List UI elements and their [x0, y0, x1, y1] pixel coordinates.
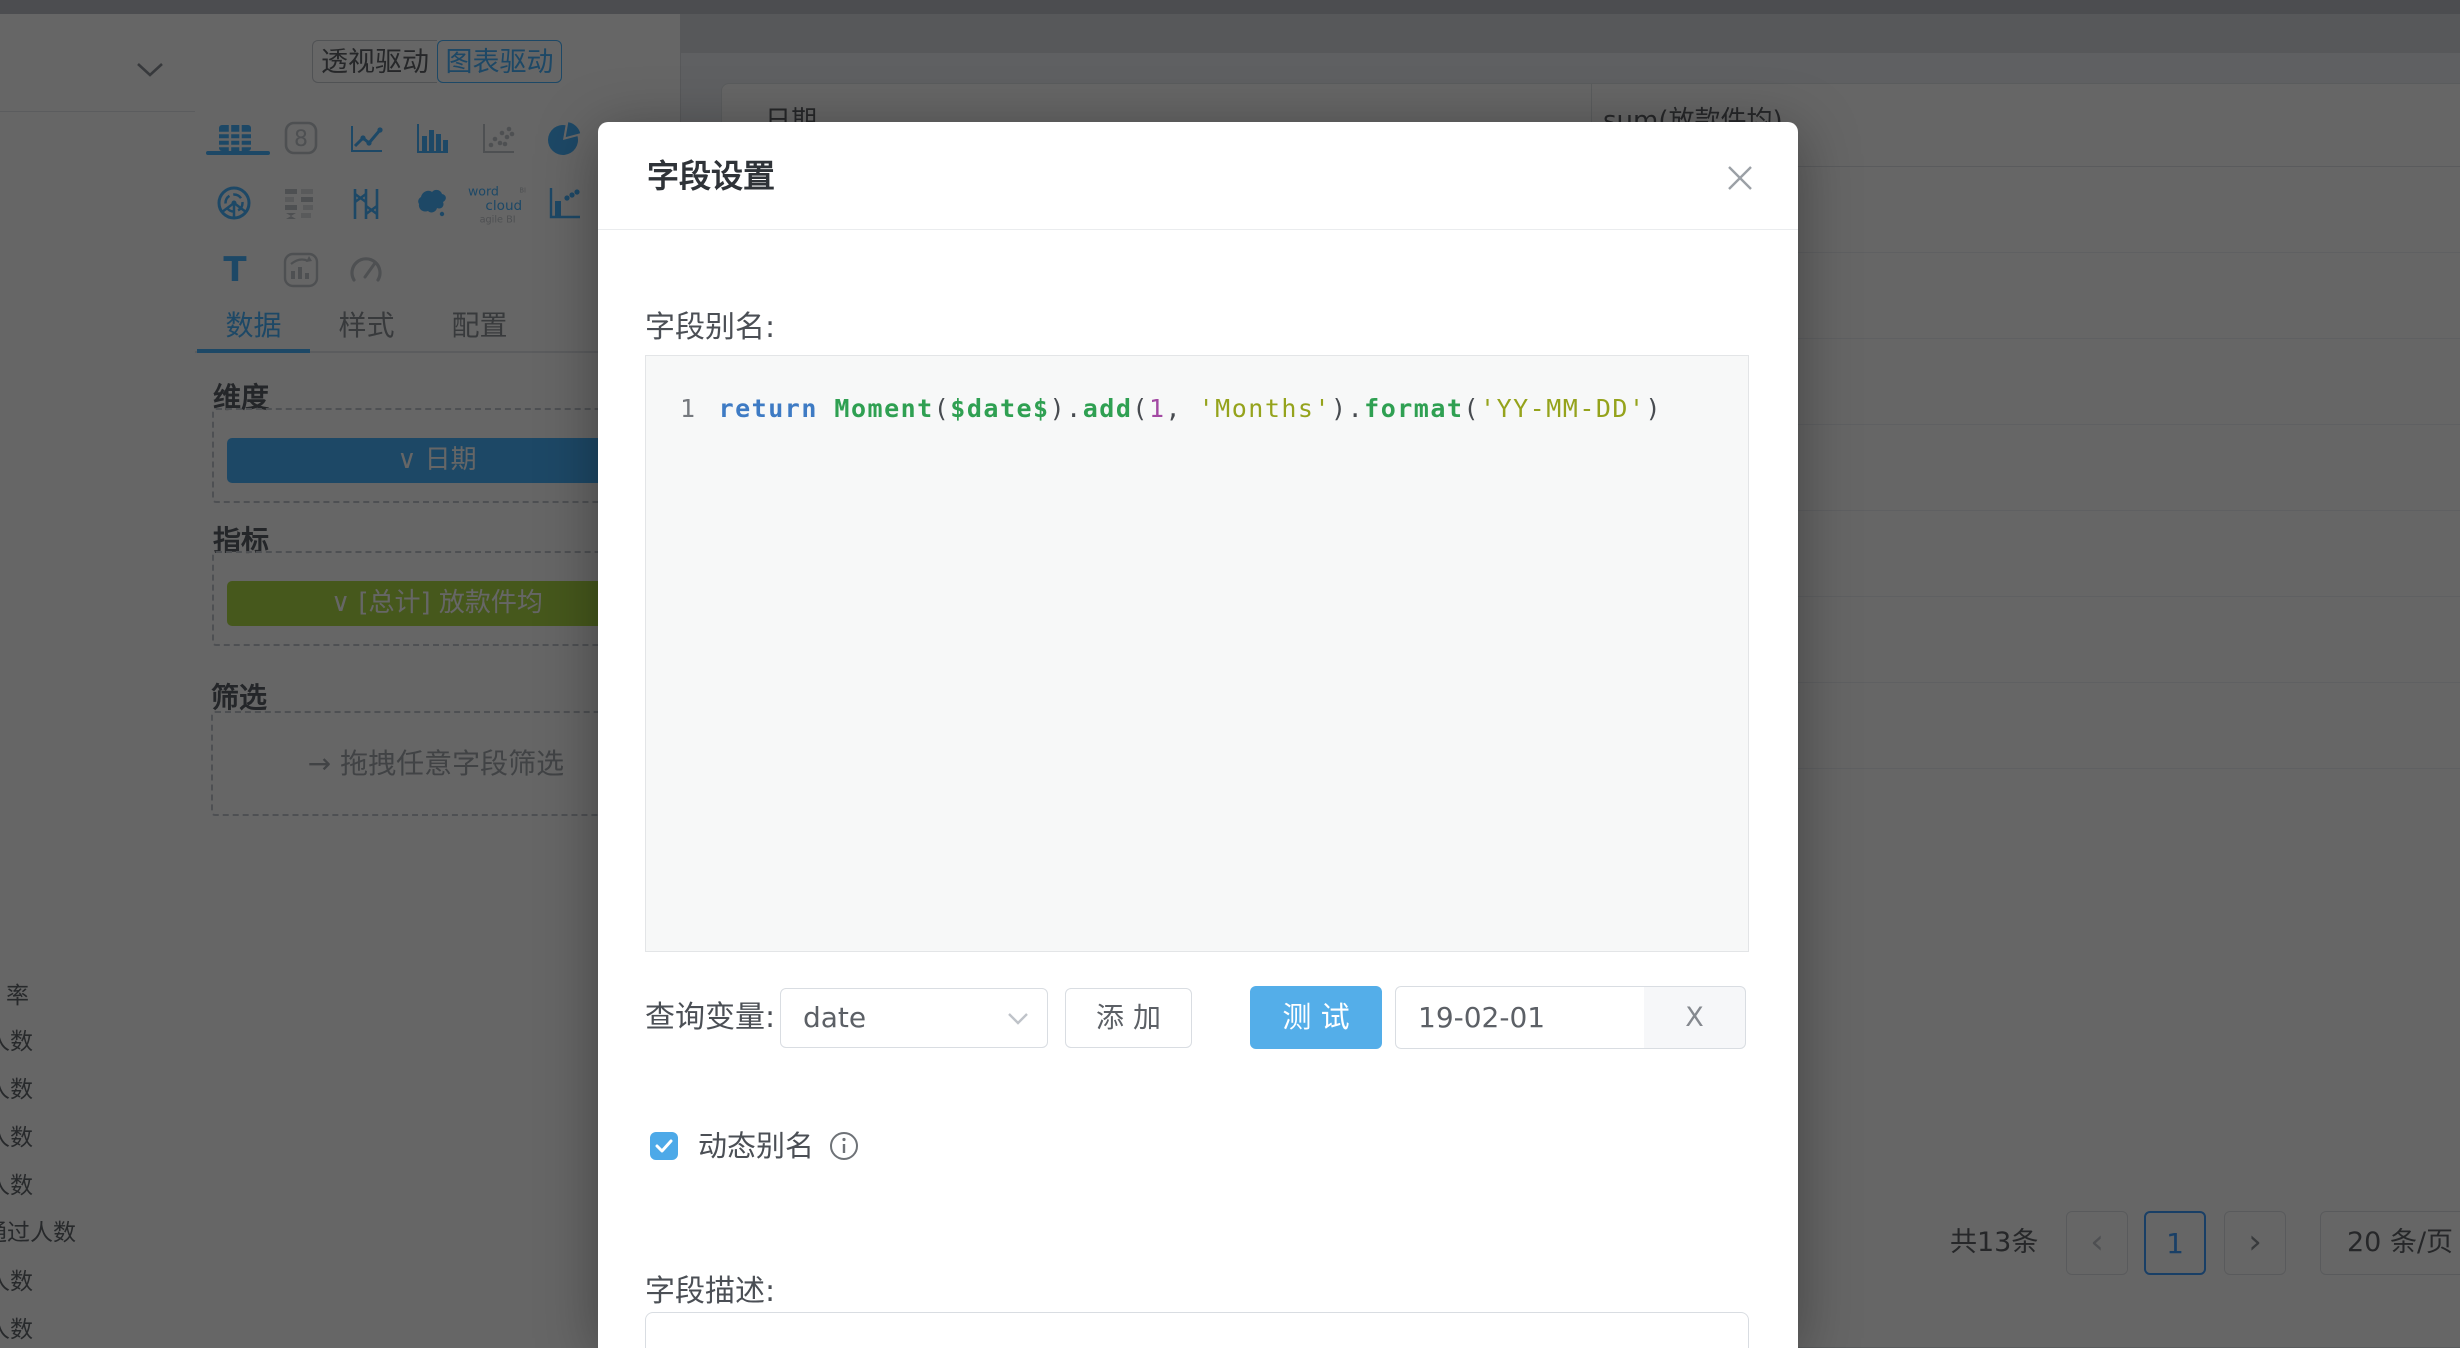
description-textarea[interactable] [645, 1312, 1749, 1348]
code-token: Moment [834, 394, 933, 423]
code-token: format [1364, 394, 1463, 423]
alias-label: 字段别名: [645, 302, 775, 346]
code-token: $date$ [950, 394, 1049, 423]
code-token: ). [1050, 394, 1083, 423]
code-token: add [1083, 394, 1133, 423]
chevron-down-icon [1007, 1012, 1029, 1025]
code-token: ( [1463, 394, 1480, 423]
field-settings-modal: 字段设置 字段别名: 1return Moment($date$).add(1,… [598, 122, 1798, 1348]
add-variable-button[interactable]: 添 加 [1065, 988, 1192, 1048]
info-icon[interactable] [828, 1130, 860, 1162]
code-line[interactable]: 1return Moment($date$).add(1, 'Months').… [646, 356, 1748, 426]
query-variable-label: 查询变量: [645, 986, 775, 1050]
code-token: return [719, 394, 835, 423]
dynamic-alias-label[interactable]: 动态别名 [698, 1130, 814, 1162]
code-token: 1 [1149, 394, 1166, 423]
modal-title: 字段设置 [647, 122, 775, 230]
code-token: , [1166, 394, 1199, 423]
description-label: 字段描述: [645, 1266, 775, 1310]
code-token: ( [934, 394, 951, 423]
test-value-input[interactable] [1395, 986, 1645, 1049]
query-variable-select[interactable]: date [780, 988, 1048, 1048]
code-editor[interactable]: 1return Moment($date$).add(1, 'Months').… [645, 355, 1749, 952]
code-token: ). [1331, 394, 1364, 423]
code-token: ( [1132, 394, 1149, 423]
clear-input-button[interactable]: X [1644, 986, 1746, 1049]
code-token: 'YY-MM-DD' [1480, 394, 1646, 423]
dynamic-alias-checkbox[interactable] [650, 1132, 678, 1160]
modal-header: 字段设置 [598, 122, 1798, 230]
line-number: 1 [680, 394, 697, 423]
close-icon[interactable] [1720, 158, 1760, 198]
checkmark-icon [655, 1139, 673, 1153]
code-token: 'Months' [1199, 394, 1331, 423]
app-screen: 率人数人数人数人数通过人数人数人数 透视驱动 图表驱动 8wordcloudag… [0, 0, 2460, 1348]
test-button[interactable]: 测 试 [1250, 986, 1382, 1049]
code-token: ) [1646, 394, 1663, 423]
